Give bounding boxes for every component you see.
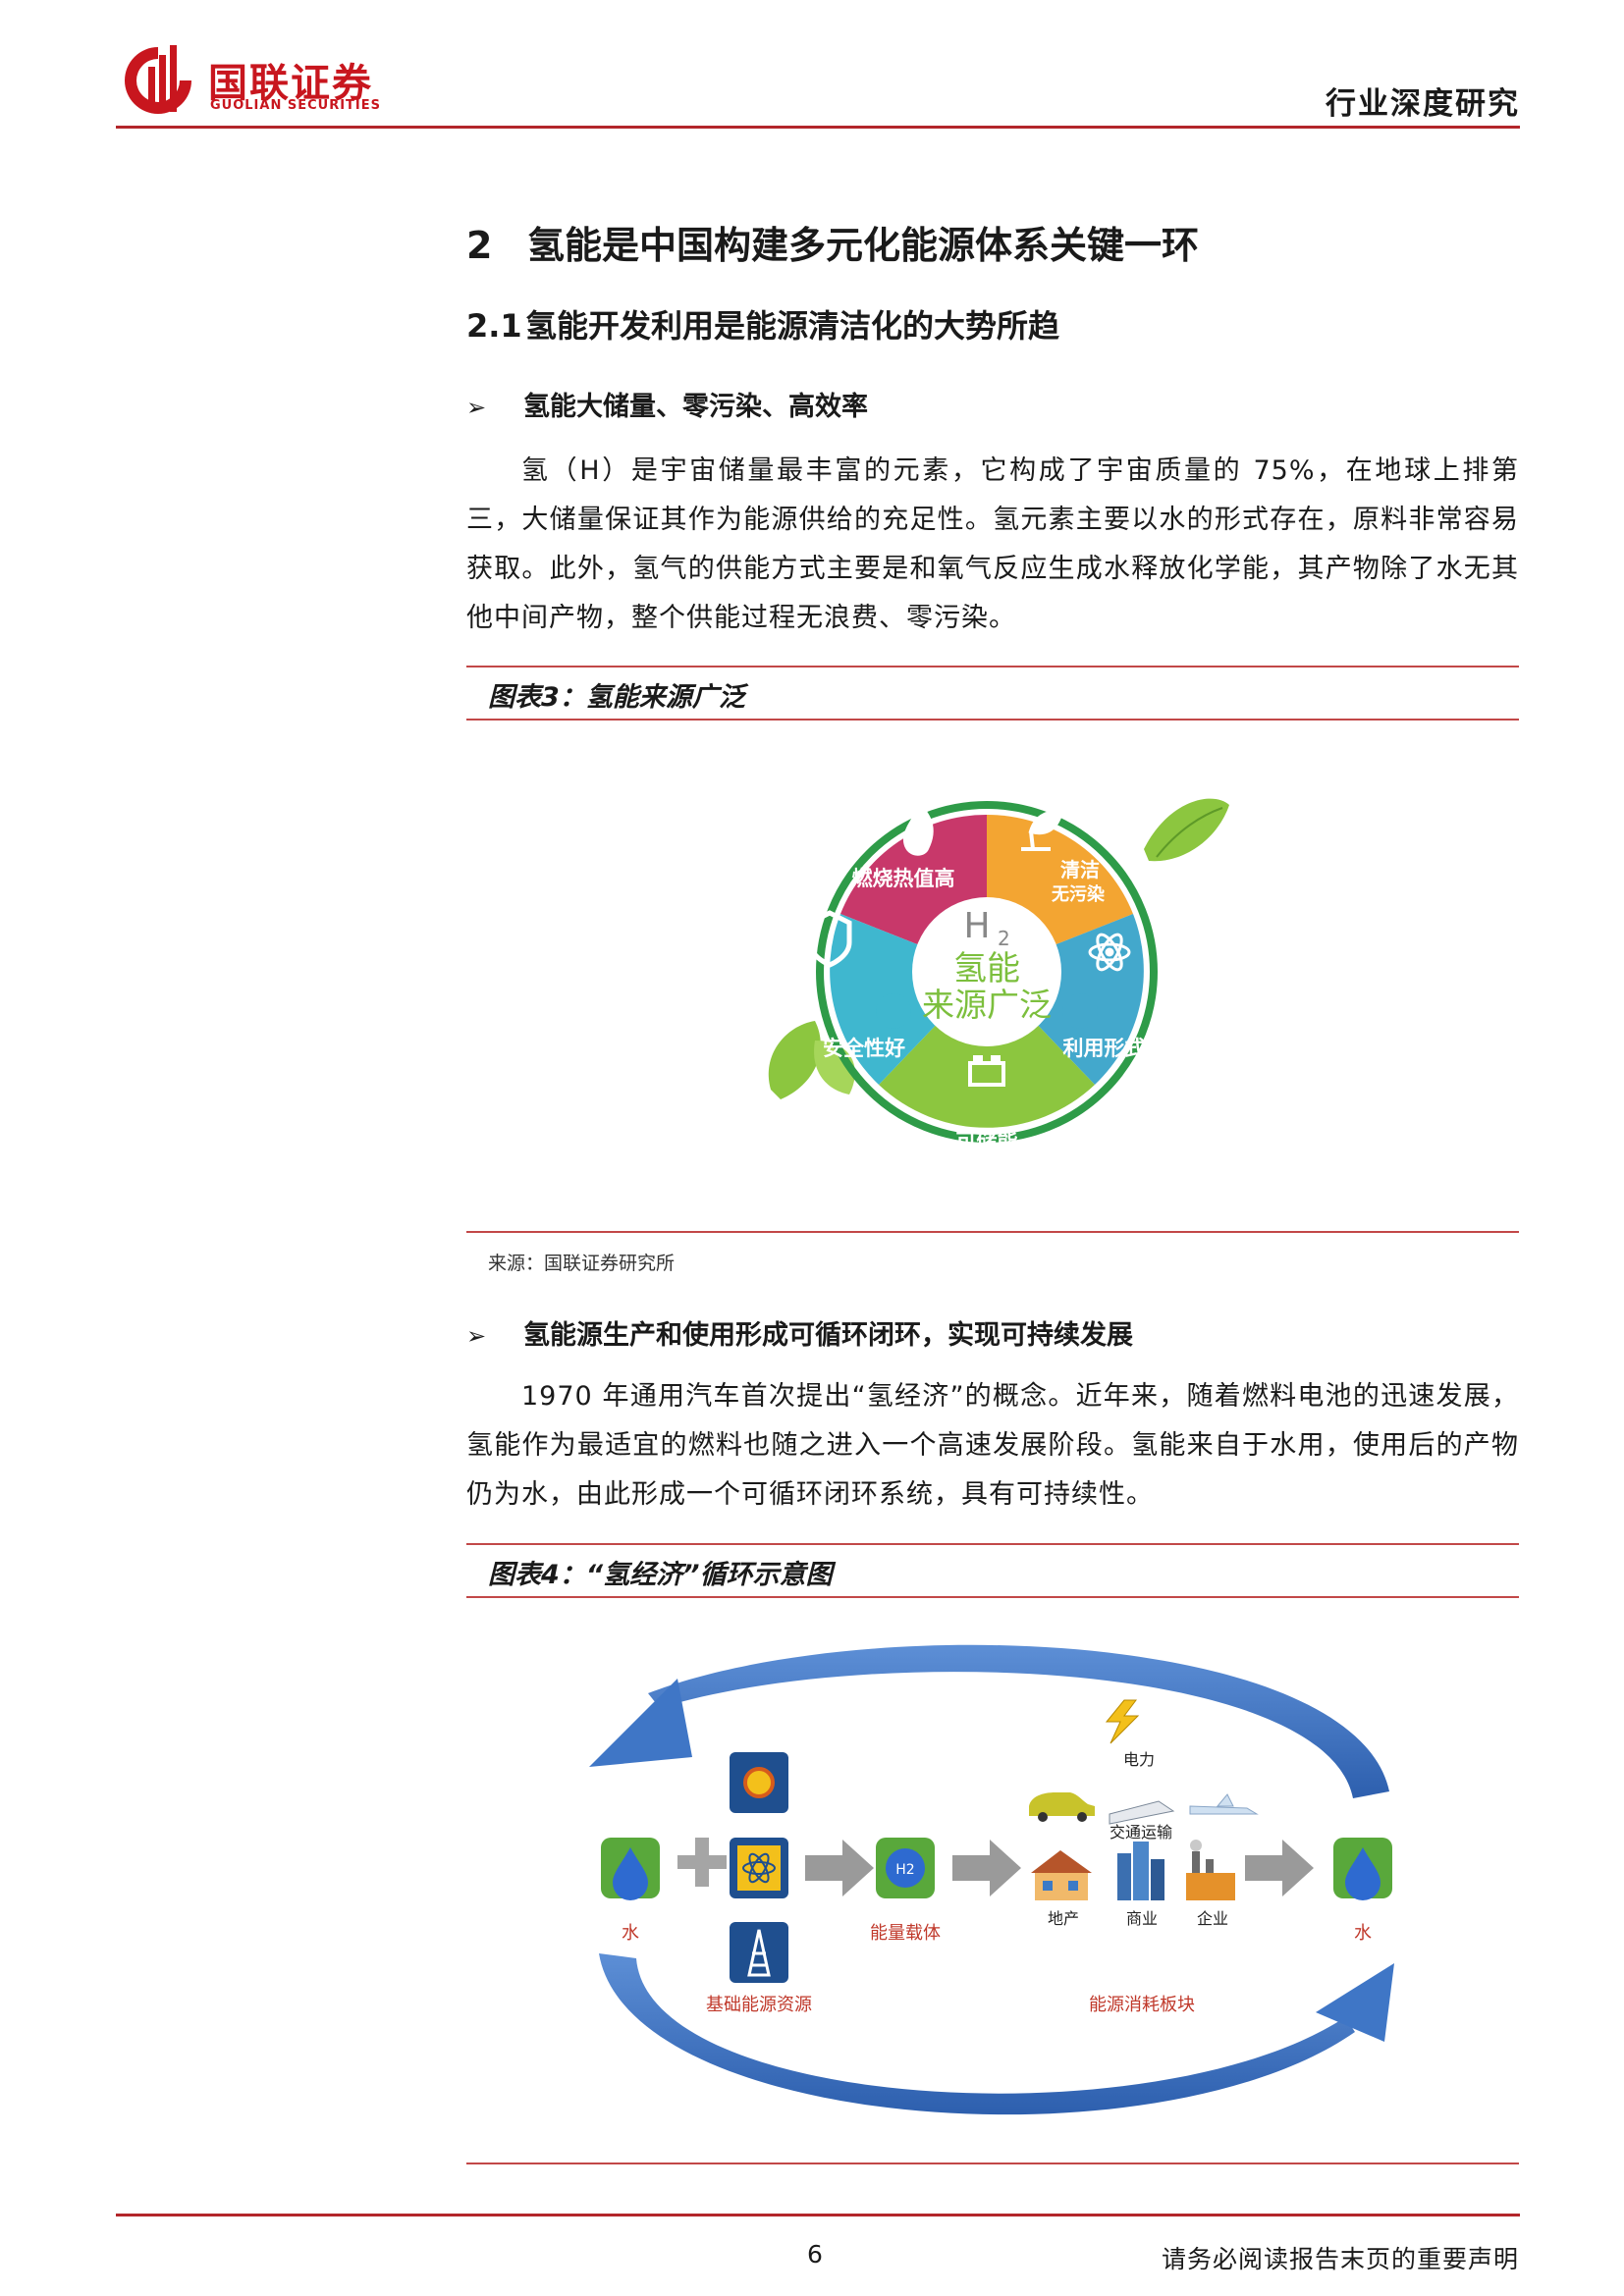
sun-icon — [743, 1767, 775, 1798]
paragraph-2: 1970 年通用汽车首次提出“氢经济”的概念。近年来，随着燃料电池的迅速发展，氢… — [466, 1372, 1519, 1520]
office-buildings-icon — [1117, 1842, 1164, 1900]
wheel-center-line2: 来源广泛 — [922, 986, 1052, 1024]
label-safety: 安全性好 — [823, 1037, 905, 1060]
bullet-marker-icon: ➢ — [466, 394, 487, 421]
section-title: 氢能是中国构建多元化能源体系关键一环 — [527, 224, 1200, 267]
figure-3-top-rule — [466, 666, 1519, 667]
header-divider — [116, 126, 1520, 129]
figure-4-title-rule — [466, 1596, 1519, 1598]
label-h2: H2 — [895, 1862, 914, 1878]
flame-icon — [903, 798, 934, 856]
page-number: 6 — [807, 2240, 823, 2269]
label-usage-forms: 利用形式多 — [1063, 1037, 1166, 1060]
label-power: 电力 — [1123, 1750, 1155, 1769]
car-icon — [1029, 1792, 1095, 1822]
flow-arrow — [952, 1840, 1021, 1896]
figure-3-source: 来源：国联证券研究所 — [488, 1253, 676, 1274]
figure-3-title: 图表3：氢能来源广泛 — [488, 682, 745, 713]
label-commerce: 商业 — [1126, 1909, 1158, 1928]
label-energy-carrier: 能量载体 — [870, 1923, 941, 1944]
bottom-cycle-arrow — [599, 1953, 1355, 2115]
figure-4-bottom-rule — [466, 2163, 1519, 2164]
section-heading: 2 氢能是中国构建多元化能源体系关键一环 — [466, 215, 1199, 269]
leaf-icon — [768, 1021, 821, 1099]
label-energy-consumption: 能源消耗板块 — [1089, 1995, 1195, 2015]
paragraph-1: 氢（H）是宇宙储量最丰富的元素，它构成了宇宙质量的 75%，在地球上排第三，大储… — [466, 447, 1519, 643]
label-enterprise: 企业 — [1197, 1909, 1228, 1928]
label-base-energy: 基础能源资源 — [706, 1995, 812, 2015]
hydrogen-economy-cycle: 水 基础能源资源 H2 能量载体 电力 交通运输 地产 商业 企业 能源消耗板块… — [569, 1620, 1414, 2140]
factory-icon — [1186, 1840, 1235, 1900]
airplane-icon — [1189, 1793, 1259, 1815]
bullet-title: 氢能源生产和使用形成可循环闭环，实现可持续发展 — [523, 1320, 1133, 1351]
figure-3-title-rule — [466, 719, 1519, 721]
label-water-right: 水 — [1354, 1923, 1372, 1944]
figure-4-top-rule — [466, 1543, 1519, 1545]
paragraph-text: 1970 年通用汽车首次提出“氢经济”的概念。近年来，随着燃料电池的迅速发展，氢… — [466, 1381, 1519, 1510]
footer-divider — [116, 2214, 1520, 2216]
house-icon — [1031, 1850, 1092, 1900]
subsection-number: 2.1 — [466, 307, 522, 345]
label-no-pollution: 无污染 — [1052, 884, 1106, 905]
label-real-estate: 地产 — [1048, 1909, 1079, 1928]
h2-symbol: H — [963, 906, 990, 946]
label-transport: 交通运输 — [1110, 1823, 1172, 1842]
h2-subscript: 2 — [998, 927, 1010, 950]
label-water-left: 水 — [622, 1923, 639, 1944]
bullet-marker-icon: ➢ — [466, 1322, 487, 1350]
section-number: 2 — [466, 224, 493, 267]
train-icon — [1109, 1800, 1175, 1825]
bullet-heading-2: ➢ 氢能源生产和使用形成可循环闭环，实现可持续发展 — [466, 1313, 1133, 1352]
flow-arrow — [805, 1840, 874, 1896]
subsection-heading: 2.1 氢能开发利用是能源清洁化的大势所趋 — [466, 301, 1059, 347]
label-storable: 可储能 — [956, 1130, 1018, 1153]
figure-4-title: 图表4：“氢经济”循环示意图 — [488, 1560, 833, 1590]
lightning-icon — [1105, 1699, 1140, 1744]
leaf-icon — [1144, 798, 1229, 862]
top-arrow-head — [589, 1679, 692, 1767]
flow-arrow — [1245, 1840, 1314, 1896]
brand-logo-icon — [123, 41, 193, 120]
bullet-title: 氢能大储量、零污染、高效率 — [523, 392, 868, 422]
hydrogen-source-wheel: H 2 氢能 来源广泛 燃烧热值高 清洁 无污染 利用形式多 可储能 安全性好 — [756, 771, 1237, 1163]
label-clean: 清洁 — [1060, 858, 1100, 881]
report-type: 行业深度研究 — [1326, 86, 1520, 122]
footer-disclaimer: 请务必阅读报告末页的重要声明 — [1161, 2245, 1519, 2273]
plus-icon — [677, 1838, 727, 1887]
figure-3-bottom-rule — [466, 1231, 1519, 1233]
brand-name-en: GUOLIAN SECURITIES — [210, 98, 381, 113]
bullet-heading-1: ➢ 氢能大储量、零污染、高效率 — [466, 385, 868, 423]
wheel-center-line1: 氢能 — [953, 949, 1020, 988]
paragraph-text: 氢（H）是宇宙储量最丰富的元素，它构成了宇宙质量的 75%，在地球上排第三，大储… — [466, 455, 1519, 633]
subsection-title: 氢能开发利用是能源清洁化的大势所趋 — [525, 307, 1060, 345]
label-heat-value: 燃烧热值高 — [852, 867, 955, 890]
